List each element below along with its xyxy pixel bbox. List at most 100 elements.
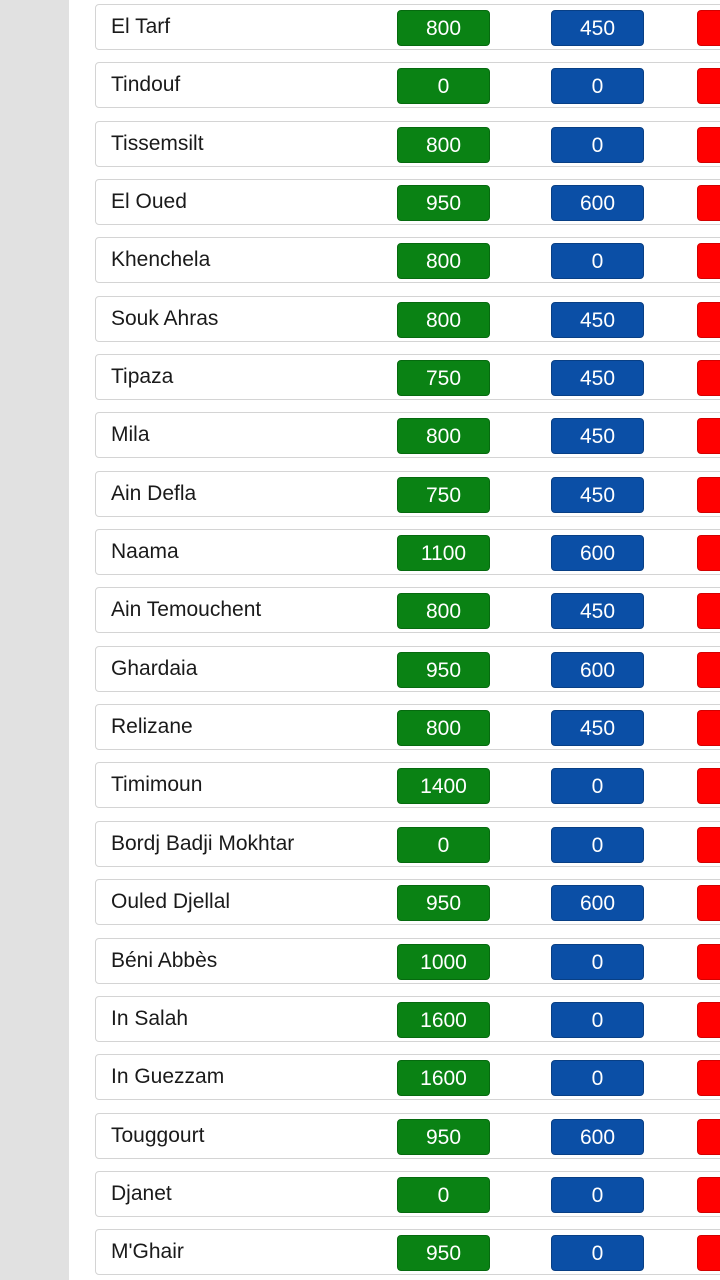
extra-price-badge[interactable] (697, 1235, 720, 1271)
wilaya-name: Ain Defla (111, 482, 197, 505)
table-row[interactable]: El Oued 950 600 (95, 179, 720, 225)
table-row[interactable]: Souk Ahras 800 450 (95, 296, 720, 342)
home-delivery-price[interactable]: 0 (397, 827, 490, 863)
table-row[interactable]: Relizane 800 450 (95, 704, 720, 750)
desk-delivery-price[interactable]: 0 (551, 1060, 644, 1096)
desk-delivery-price[interactable]: 600 (551, 1119, 644, 1155)
desk-delivery-price[interactable]: 450 (551, 418, 644, 454)
table-row[interactable]: Timimoun 1400 0 (95, 762, 720, 808)
table-row[interactable]: Touggourt 950 600 (95, 1113, 720, 1159)
desk-delivery-price[interactable]: 0 (551, 944, 644, 980)
desk-delivery-price[interactable]: 0 (551, 827, 644, 863)
table-row[interactable]: Tissemsilt 800 0 (95, 121, 720, 167)
table-row[interactable]: El Tarf 800 450 (95, 4, 720, 50)
table-row[interactable]: Ain Defla 750 450 (95, 471, 720, 517)
extra-price-badge[interactable] (697, 1177, 720, 1213)
table-row[interactable]: Ain Temouchent 800 450 (95, 587, 720, 633)
wilaya-name: El Oued (111, 190, 187, 213)
desk-delivery-price[interactable]: 0 (551, 1177, 644, 1213)
extra-price-badge[interactable] (697, 1002, 720, 1038)
wilaya-name: In Guezzam (111, 1065, 225, 1088)
table-row[interactable]: In Salah 1600 0 (95, 996, 720, 1042)
desk-delivery-price[interactable]: 0 (551, 127, 644, 163)
wilaya-name: El Tarf (111, 15, 171, 38)
table-row[interactable]: Bordj Badji Mokhtar 0 0 (95, 821, 720, 867)
desk-delivery-price[interactable]: 0 (551, 68, 644, 104)
table-row[interactable]: In Guezzam 1600 0 (95, 1054, 720, 1100)
home-delivery-price[interactable]: 1400 (397, 768, 490, 804)
home-delivery-price[interactable]: 950 (397, 1235, 490, 1271)
extra-price-badge[interactable] (697, 10, 720, 46)
extra-price-badge[interactable] (697, 418, 720, 454)
home-delivery-price[interactable]: 800 (397, 710, 490, 746)
home-delivery-price[interactable]: 950 (397, 885, 490, 921)
extra-price-badge[interactable] (697, 827, 720, 863)
table-row[interactable]: Tindouf 0 0 (95, 62, 720, 108)
home-delivery-price[interactable]: 800 (397, 302, 490, 338)
desk-delivery-price[interactable]: 600 (551, 185, 644, 221)
table-row[interactable]: Naama 1100 600 (95, 529, 720, 575)
desk-delivery-price[interactable]: 600 (551, 535, 644, 571)
wilaya-name: Bordj Badji Mokhtar (111, 832, 295, 855)
home-delivery-price[interactable]: 1600 (397, 1002, 490, 1038)
home-delivery-price[interactable]: 1000 (397, 944, 490, 980)
extra-price-badge[interactable] (697, 710, 720, 746)
extra-price-badge[interactable] (697, 185, 720, 221)
home-delivery-price[interactable]: 950 (397, 185, 490, 221)
desk-delivery-price[interactable]: 0 (551, 1235, 644, 1271)
desk-delivery-price[interactable]: 600 (551, 885, 644, 921)
wilaya-name: Ain Temouchent (111, 598, 262, 621)
desk-delivery-price[interactable]: 0 (551, 768, 644, 804)
extra-price-badge[interactable] (697, 127, 720, 163)
table-row[interactable]: Mila 800 450 (95, 412, 720, 458)
extra-price-badge[interactable] (697, 360, 720, 396)
desk-delivery-price[interactable]: 0 (551, 243, 644, 279)
table-row[interactable]: Ghardaia 950 600 (95, 646, 720, 692)
desk-delivery-price[interactable]: 450 (551, 10, 644, 46)
extra-price-badge[interactable] (697, 1060, 720, 1096)
wilaya-name: Naama (111, 540, 179, 563)
table-row[interactable]: M'Ghair 950 0 (95, 1229, 720, 1275)
home-delivery-price[interactable]: 1100 (397, 535, 490, 571)
wilaya-name: Ouled Djellal (111, 890, 231, 913)
wilaya-name: Tipaza (111, 365, 174, 388)
desk-delivery-price[interactable]: 450 (551, 593, 644, 629)
extra-price-badge[interactable] (697, 652, 720, 688)
wilaya-name: Touggourt (111, 1124, 205, 1147)
table-row[interactable]: Tipaza 750 450 (95, 354, 720, 400)
table-row[interactable]: Ouled Djellal 950 600 (95, 879, 720, 925)
home-delivery-price[interactable]: 750 (397, 477, 490, 513)
extra-price-badge[interactable] (697, 243, 720, 279)
home-delivery-price[interactable]: 1600 (397, 1060, 490, 1096)
extra-price-badge[interactable] (697, 477, 720, 513)
home-delivery-price[interactable]: 800 (397, 127, 490, 163)
desk-delivery-price[interactable]: 0 (551, 1002, 644, 1038)
home-delivery-price[interactable]: 0 (397, 68, 490, 104)
table-row[interactable]: Djanet 0 0 (95, 1171, 720, 1217)
home-delivery-price[interactable]: 800 (397, 418, 490, 454)
desk-delivery-price[interactable]: 450 (551, 360, 644, 396)
extra-price-badge[interactable] (697, 302, 720, 338)
home-delivery-price[interactable]: 750 (397, 360, 490, 396)
desk-delivery-price[interactable]: 450 (551, 477, 644, 513)
extra-price-badge[interactable] (697, 593, 720, 629)
desk-delivery-price[interactable]: 450 (551, 302, 644, 338)
wilaya-price-list[interactable]: El Tarf 800 450 Tindouf 0 0 Tissemsilt 8… (69, 0, 720, 1280)
table-row[interactable]: Khenchela 800 0 (95, 237, 720, 283)
extra-price-badge[interactable] (697, 1119, 720, 1155)
extra-price-badge[interactable] (697, 68, 720, 104)
home-delivery-price[interactable]: 950 (397, 652, 490, 688)
desk-delivery-price[interactable]: 600 (551, 652, 644, 688)
extra-price-badge[interactable] (697, 535, 720, 571)
extra-price-badge[interactable] (697, 768, 720, 804)
home-delivery-price[interactable]: 0 (397, 1177, 490, 1213)
home-delivery-price[interactable]: 800 (397, 243, 490, 279)
home-delivery-price[interactable]: 950 (397, 1119, 490, 1155)
home-delivery-price[interactable]: 800 (397, 10, 490, 46)
home-delivery-price[interactable]: 800 (397, 593, 490, 629)
extra-price-badge[interactable] (697, 944, 720, 980)
desk-delivery-price[interactable]: 450 (551, 710, 644, 746)
wilaya-name: Timimoun (111, 773, 203, 796)
extra-price-badge[interactable] (697, 885, 720, 921)
table-row[interactable]: Béni Abbès 1000 0 (95, 938, 720, 984)
